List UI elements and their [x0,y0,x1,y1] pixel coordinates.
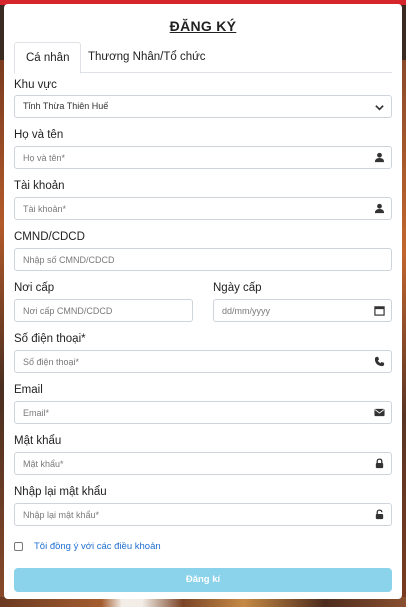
region-selected-value: Tỉnh Thừa Thiên Huế [23,101,109,111]
fullname-field [14,146,392,169]
user-icon [374,203,385,214]
issue-date-field [213,299,392,322]
confirm-password-label: Nhập lại mật khẩu [14,486,107,498]
agree-checkbox[interactable] [14,542,23,551]
email-input[interactable] [23,402,383,423]
tab-personal[interactable]: Cá nhân [14,42,82,74]
phone-field [14,350,392,373]
chevron-down-icon [375,105,384,111]
tab-business[interactable]: Thương Nhân/Tổ chức [77,42,217,73]
email-field [14,401,392,424]
account-type-tabs: Cá nhân Thương Nhân/Tổ chức [14,42,392,74]
phone-label: Số điện thoại* [14,333,86,345]
fullname-label: Họ và tên [14,129,64,141]
issue-place-label: Nơi cấp [14,282,55,294]
register-button[interactable]: Đăng kí [14,568,392,592]
confirm-password-input[interactable] [23,504,383,525]
phone-icon [374,356,385,367]
idcard-label: CMND/CDCD [14,231,85,243]
region-select[interactable]: Tỉnh Thừa Thiên Huế [14,95,392,118]
account-input[interactable] [23,198,383,219]
unlock-icon [375,509,384,520]
envelope-icon [374,408,385,417]
email-label: Email [14,384,43,396]
idcard-field [14,248,392,271]
password-label: Mật khẩu [14,435,62,447]
confirm-password-field [14,503,392,526]
password-input[interactable] [23,453,383,474]
issue-date-input[interactable] [222,300,383,321]
issue-place-input[interactable] [23,300,184,321]
agree-terms-link[interactable]: Tôi đồng ý với các điều khoản [34,541,161,552]
idcard-input[interactable] [23,249,383,270]
account-label: Tài khoản [14,180,65,192]
calendar-icon [374,306,385,316]
issue-place-field [14,299,193,322]
phone-input[interactable] [23,351,383,372]
fullname-input[interactable] [23,147,383,168]
register-modal: ĐĂNG KÝ Cá nhân Thương Nhân/Tổ chức Khu … [4,4,402,599]
region-label: Khu vực [14,79,57,91]
lock-icon [375,458,384,469]
issue-date-label: Ngày cấp [213,282,262,294]
account-field [14,197,392,220]
user-icon [374,152,385,163]
modal-title: ĐĂNG KÝ [169,18,237,34]
password-field [14,452,392,475]
